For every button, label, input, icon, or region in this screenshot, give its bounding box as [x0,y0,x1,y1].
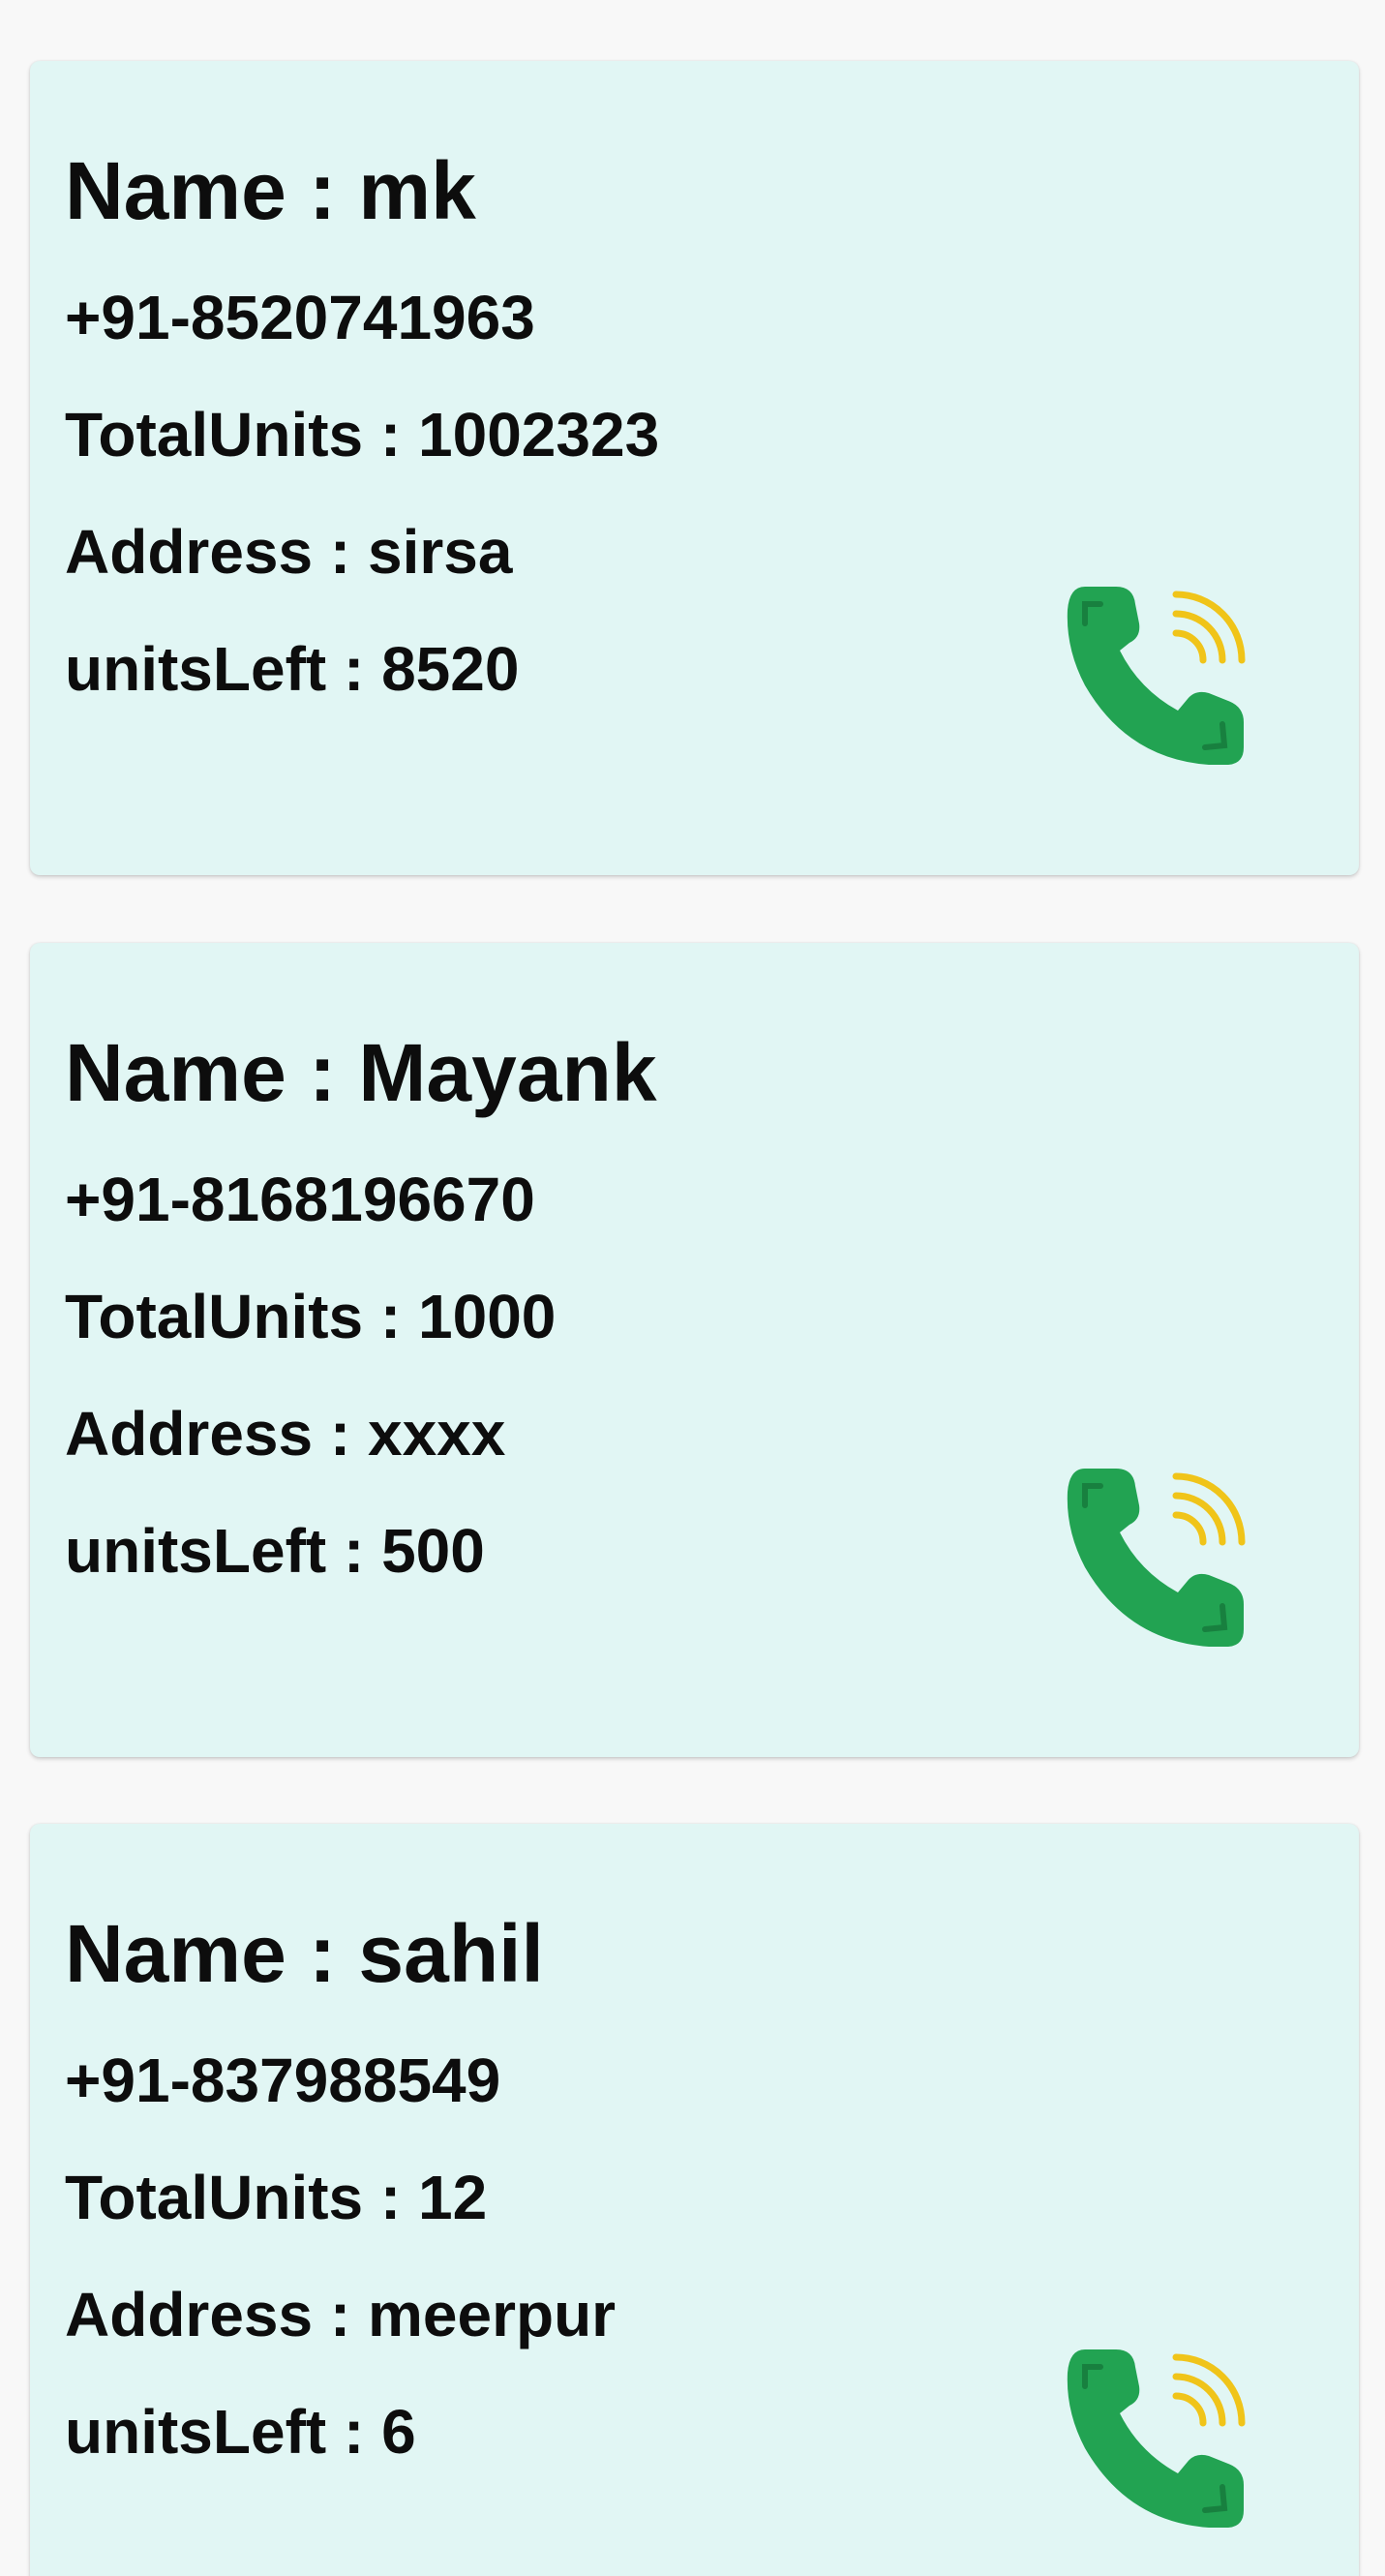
call-button[interactable] [1039,2322,1271,2555]
customer-card[interactable]: Name : mk +91-8520741963 TotalUnits : 10… [30,61,1359,875]
customer-units-left: unitsLeft : 6 [65,2397,416,2467]
phone-call-icon [1067,1469,1246,1647]
customer-units-left: unitsLeft : 8520 [65,634,520,704]
customer-address: Address : meerpur [65,2280,617,2349]
customer-units-left: unitsLeft : 500 [65,1516,485,1586]
customer-name: Name : sahil [65,1908,544,1999]
phone-call-icon [1067,2349,1246,2528]
customer-name: Name : mk [65,145,476,236]
customer-list[interactable]: Name : mk +91-8520741963 TotalUnits : 10… [0,0,1385,2576]
customer-address: Address : xxxx [65,1399,506,1469]
customer-card[interactable]: Name : sahil +91-837988549 TotalUnits : … [30,1824,1359,2576]
customer-phone: +91-8520741963 [65,283,535,352]
customer-phone: +91-837988549 [65,2046,501,2115]
call-button[interactable] [1039,1441,1271,1674]
customer-address: Address : sirsa [65,517,513,587]
customer-phone: +91-8168196670 [65,1165,535,1234]
customer-total-units: TotalUnits : 1002323 [65,400,660,470]
customer-total-units: TotalUnits : 12 [65,2163,488,2232]
customer-card[interactable]: Name : Mayank +91-8168196670 TotalUnits … [30,943,1359,1757]
call-button[interactable] [1039,560,1271,792]
customer-name: Name : Mayank [65,1027,657,1118]
phone-call-icon [1067,587,1246,765]
customer-total-units: TotalUnits : 1000 [65,1282,557,1351]
